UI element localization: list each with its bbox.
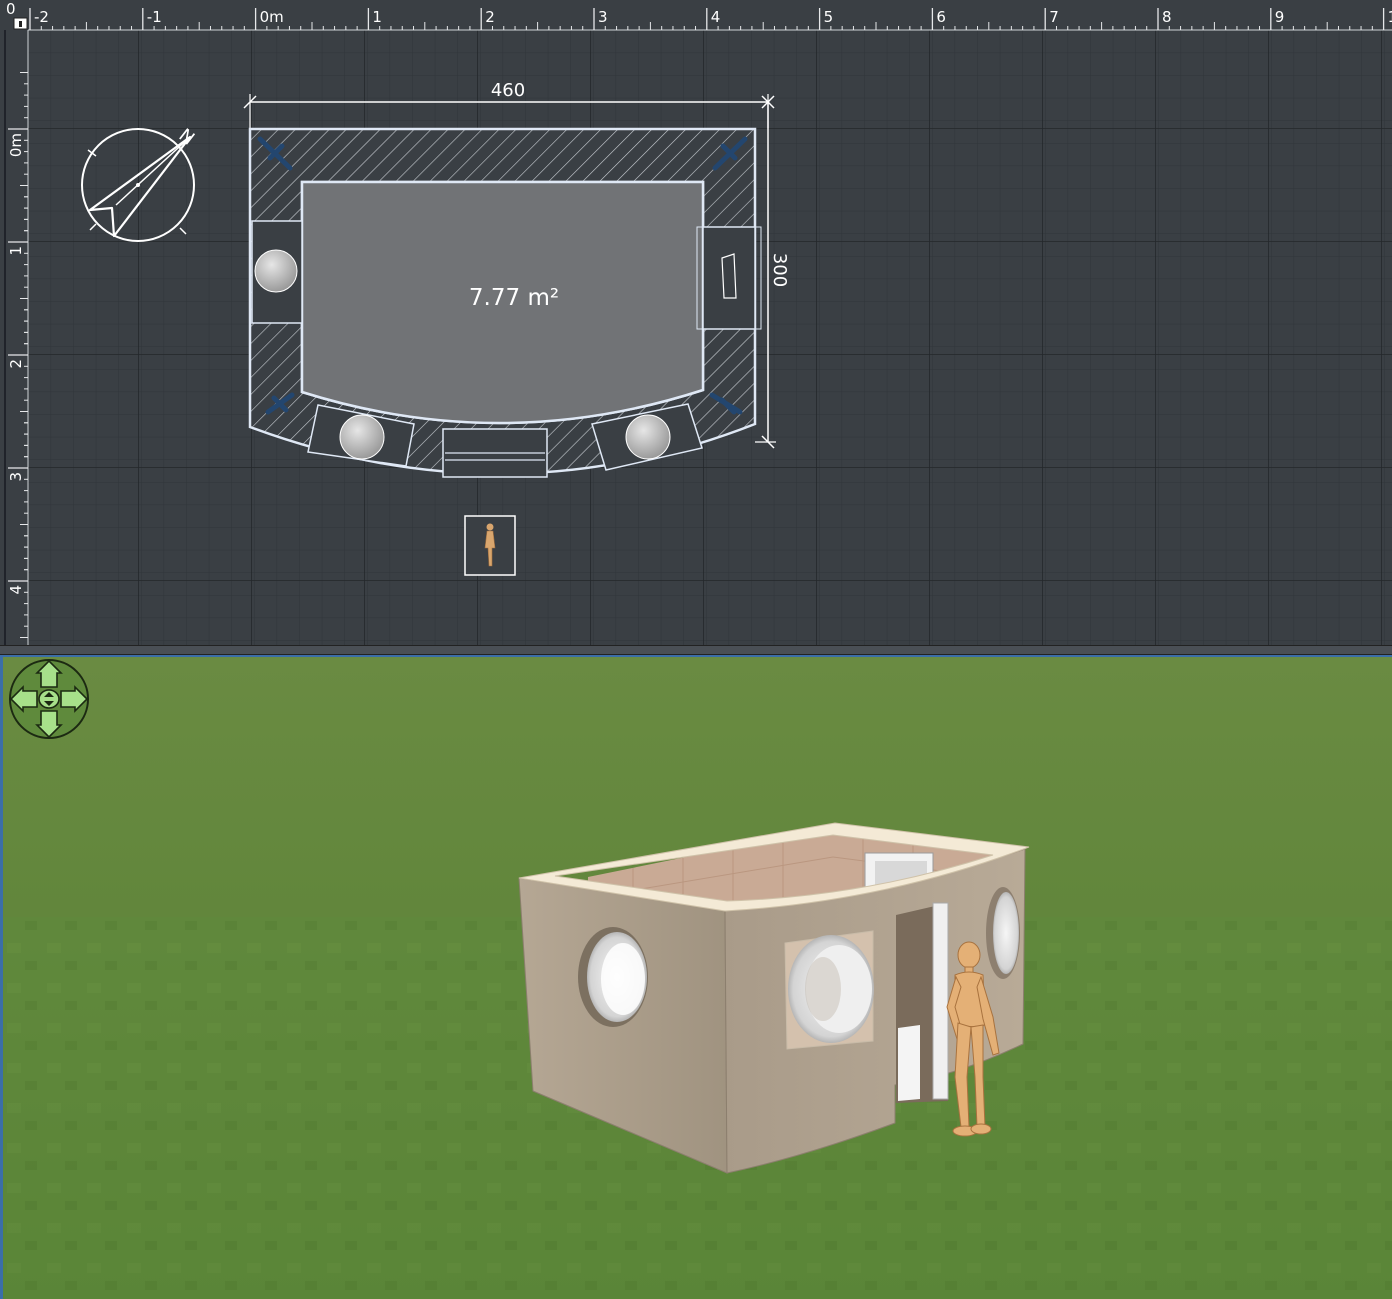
ruler-h-label: 3 [598,8,608,26]
ruler-v-label: 4 [7,585,25,595]
plan-left-border [4,30,6,645]
ruler-h-label: 0m [260,8,284,26]
3d-view[interactable] [0,655,1392,1299]
window-porthole-front[interactable] [784,930,874,1050]
ruler-h-label: 6 [936,8,946,26]
ruler-h-label: 8 [1162,8,1172,26]
ruler-h-label: 2 [485,8,495,26]
window-porthole-right[interactable] [986,887,1020,979]
ruler-h-label: 10 [1388,8,1392,26]
ruler-h-label: 7 [1049,8,1059,26]
ruler-v-label: 0m [7,133,25,157]
plan-canvas[interactable]: -2-10m12345678910 0m1234 0 N [0,0,1392,645]
ruler-v-label: 2 [7,359,25,369]
ruler-v-label: 3 [7,472,25,482]
ruler-h-label: -1 [147,8,162,26]
ruler-h-label: 5 [824,8,834,26]
door-bottom[interactable] [442,428,548,478]
3d-canvas[interactable] [3,657,1392,1299]
room-area-label: 7.77 m² [469,285,559,311]
plan-view[interactable]: -2-10m12345678910 0m1234 0 N [0,0,1392,645]
view-splitter[interactable] [0,645,1392,655]
ruler-v-label: 1 [7,246,25,256]
ruler-h-label: -2 [34,8,49,26]
horizontal-ruler[interactable]: -2 -1 0m 1 2 3 4 5 6 7 8 9 10 [0,0,1392,31]
navigation-control[interactable] [9,659,89,739]
person-figure[interactable] [464,515,516,576]
ruler-h-label: 1 [372,8,382,26]
front-door-opening[interactable] [896,902,949,1103]
ruler-corner-label: 0 [6,0,16,18]
width-dimension-label: 460 [491,80,525,101]
depth-dimension-label: 300 [769,253,790,287]
door-right[interactable] [696,226,762,330]
window-left[interactable] [251,220,303,324]
ruler-h-label: 9 [1275,8,1285,26]
zoom-center-icon[interactable] [38,689,60,709]
window-porthole-left[interactable] [578,927,648,1027]
ruler-h-label: 4 [711,8,721,26]
